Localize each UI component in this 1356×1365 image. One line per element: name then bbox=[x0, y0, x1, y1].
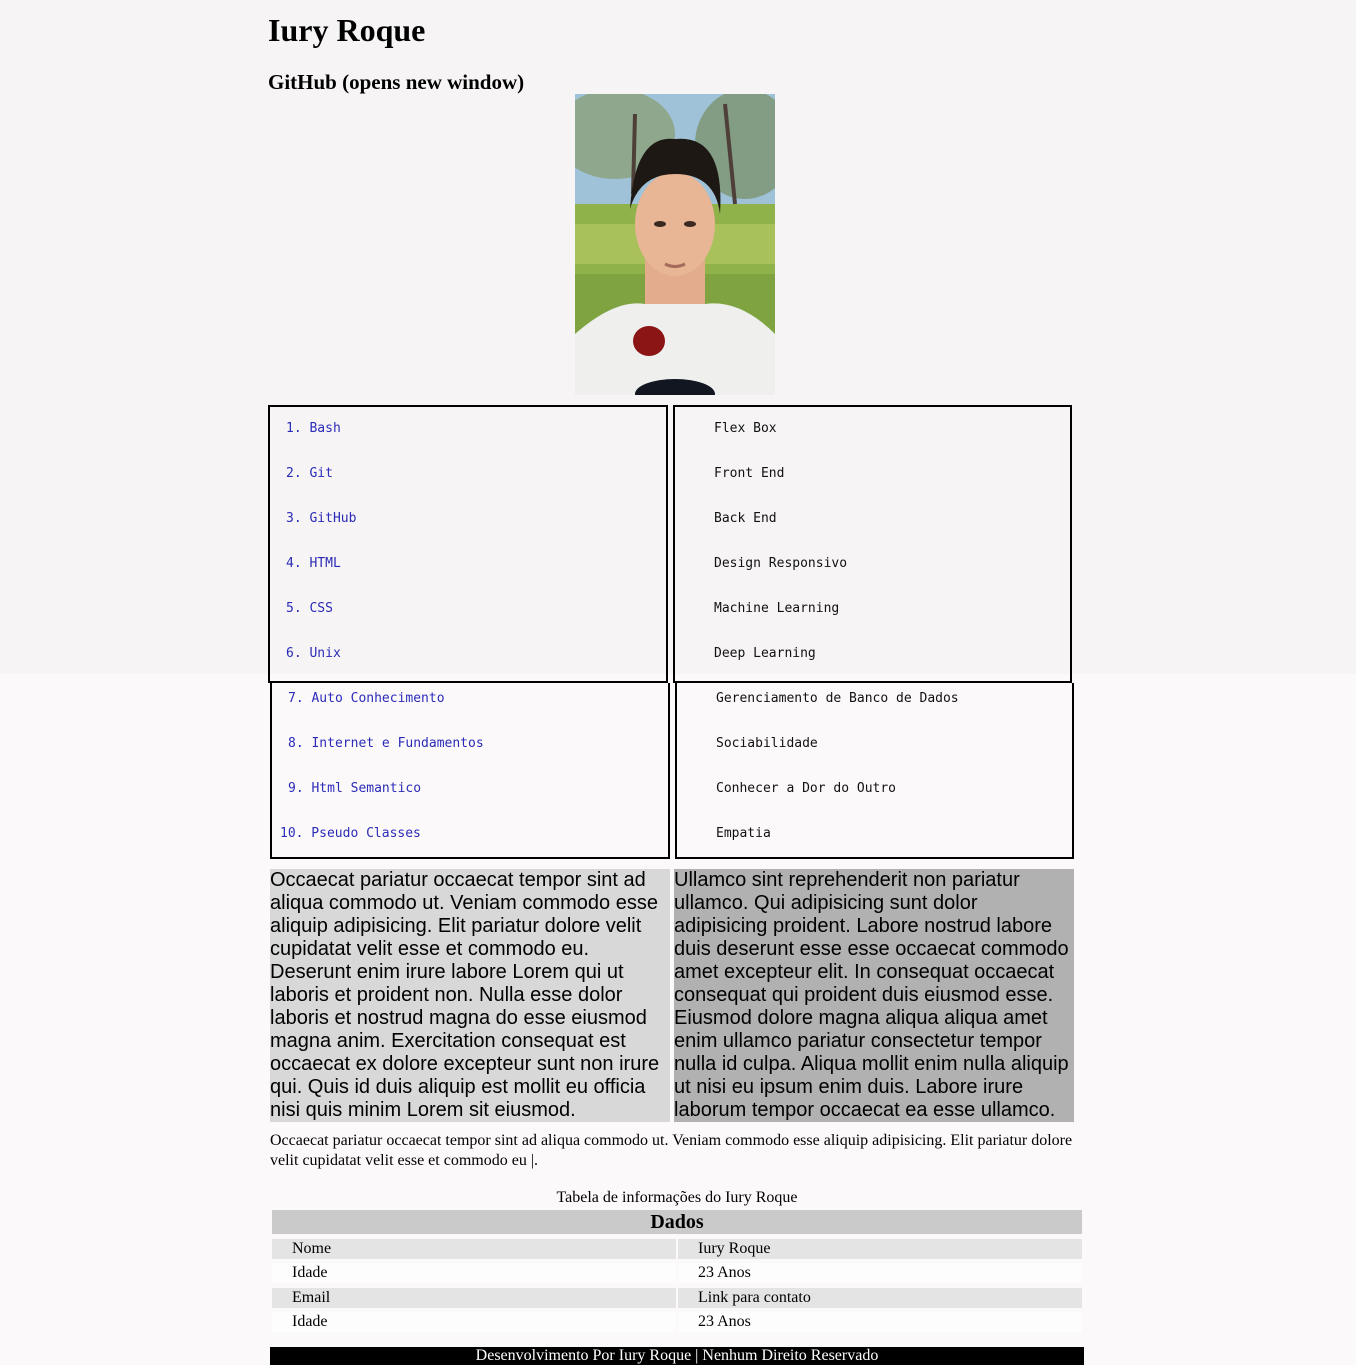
table-cell-value: 23 Anos bbox=[678, 1312, 1082, 1332]
topic-link-unix[interactable]: 6. Unix bbox=[286, 646, 341, 662]
skill-item: Flex Box bbox=[714, 421, 777, 436]
topic-link-css[interactable]: 5. CSS bbox=[286, 601, 333, 617]
table-cell-label: Email bbox=[272, 1288, 676, 1308]
topic-link-html-semantico[interactable]: 9. Html Semantico bbox=[288, 781, 421, 797]
table-cell-contact-link[interactable]: Link para contato bbox=[678, 1288, 1082, 1308]
topic-link-internet[interactable]: 8. Internet e Fundamentos bbox=[288, 736, 484, 752]
profile-photo bbox=[575, 94, 775, 395]
skill-item: Empatia bbox=[716, 826, 771, 841]
table-caption: Tabela de informações do Iury Roque bbox=[556, 1189, 798, 1206]
table-cell-label: Nome bbox=[272, 1239, 676, 1259]
paragraph-plain: Occaecat pariatur occaecat tempor sint a… bbox=[270, 1132, 1073, 1169]
topic-link-github[interactable]: 3. GitHub bbox=[286, 511, 356, 527]
github-link[interactable]: GitHub (opens new window) bbox=[268, 68, 524, 96]
skill-item: Conhecer a Dor do Outro bbox=[716, 781, 897, 796]
topic-link-git[interactable]: 2. Git bbox=[286, 466, 333, 482]
topic-link-bash[interactable]: 1. Bash bbox=[286, 421, 341, 437]
page-title: Iury Roque bbox=[268, 12, 426, 48]
skill-item: Deep Learning bbox=[714, 646, 816, 661]
paragraph-left: Occaecat pariatur occaecat tempor sint a… bbox=[270, 869, 670, 1122]
table-cell-value: 23 Anos bbox=[678, 1263, 1082, 1283]
table-cell-label: Idade bbox=[272, 1263, 676, 1283]
topic-link-pseudo-classes[interactable]: 10. Pseudo Classes bbox=[280, 826, 421, 842]
table-cell-label: Idade bbox=[272, 1312, 676, 1332]
skill-item: Sociabilidade bbox=[716, 736, 818, 751]
skill-item: Front End bbox=[714, 466, 785, 481]
table-cell-value: Iury Roque bbox=[678, 1239, 1082, 1259]
topic-link-auto-conhecimento[interactable]: 7. Auto Conhecimento bbox=[288, 691, 445, 707]
paragraph-right: Ullamco sint reprehenderit non pariatur … bbox=[674, 869, 1074, 1122]
skill-item: Design Responsivo bbox=[714, 556, 848, 571]
skills-list-upper-right bbox=[673, 405, 1072, 683]
page-footer: Desenvolvimento Por Iury Roque | Nenhum … bbox=[270, 1347, 1084, 1365]
skill-item: Back End bbox=[714, 511, 777, 526]
topics-list-upper-left bbox=[268, 405, 668, 683]
skill-item: Gerenciamento de Banco de Dados bbox=[716, 691, 959, 706]
skill-item: Machine Learning bbox=[714, 601, 840, 616]
topic-link-html[interactable]: 4. HTML bbox=[286, 556, 341, 572]
table-header: Dados bbox=[272, 1210, 1082, 1234]
